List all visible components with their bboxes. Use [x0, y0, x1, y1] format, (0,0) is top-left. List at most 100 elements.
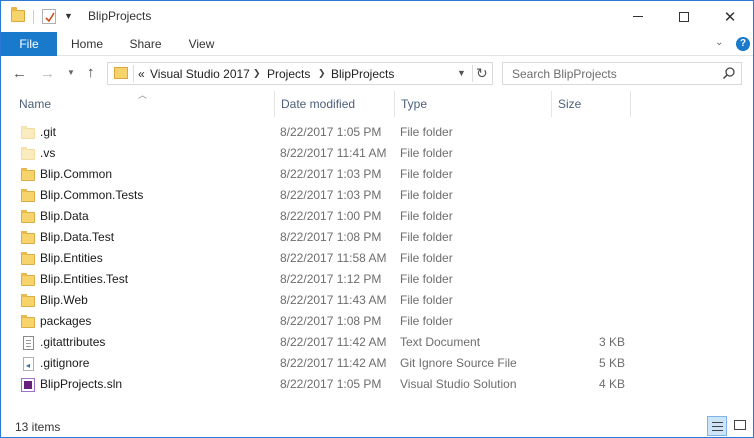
- file-date: 8/22/2017 1:08 PM: [280, 230, 382, 244]
- search-box[interactable]: Search BlipProjects: [502, 62, 742, 85]
- breadcrumb-blipprojects[interactable]: BlipProjects: [331, 67, 394, 81]
- address-bar[interactable]: « Visual Studio 2017 ❯ Projects ❯ BlipPr…: [107, 62, 493, 85]
- item-count: 13 items: [15, 420, 61, 434]
- maximize-button[interactable]: [661, 1, 707, 32]
- file-type: File folder: [400, 314, 453, 328]
- quick-access-separator: [33, 10, 34, 24]
- file-row[interactable]: Blip.Common.Tests 8/22/2017 1:03 PM File…: [1, 185, 753, 206]
- file-type: File folder: [400, 272, 453, 286]
- tab-view[interactable]: View: [174, 32, 229, 56]
- column-header-date-modified[interactable]: Date modified: [274, 91, 394, 117]
- expand-ribbon-chevron-icon[interactable]: ⌄: [715, 37, 723, 48]
- large-icons-view-icon[interactable]: [730, 416, 750, 436]
- tab-file[interactable]: File: [1, 32, 57, 56]
- ribbon-tabs: File Home Share View ⌄ ?: [1, 32, 753, 56]
- refresh-icon[interactable]: ↻: [476, 65, 488, 82]
- file-row[interactable]: ◂ .gitignore 8/22/2017 11:42 AM Git Igno…: [1, 353, 753, 374]
- file-date: 8/22/2017 11:42 AM: [280, 356, 387, 370]
- folder-icon: [20, 230, 36, 246]
- file-name: .gitignore: [40, 356, 90, 370]
- breadcrumb-overflow[interactable]: «: [138, 67, 145, 81]
- breadcrumb-chevron-icon[interactable]: ❯: [318, 68, 326, 79]
- close-button[interactable]: ✕: [707, 1, 753, 32]
- details-view-icon[interactable]: [707, 416, 727, 436]
- explorer-window: ▼ BlipProjects ✕ File Home Share View ⌄ …: [0, 0, 754, 438]
- address-dropdown-icon[interactable]: ▼: [457, 68, 466, 78]
- file-name: Blip.Common.Tests: [40, 188, 144, 202]
- maximize-icon: [679, 11, 689, 22]
- folder-icon: [20, 272, 36, 288]
- tab-home[interactable]: Home: [57, 32, 117, 56]
- file-type: File folder: [400, 251, 453, 265]
- search-icon[interactable]: [722, 66, 736, 83]
- help-icon[interactable]: ?: [736, 37, 750, 51]
- quick-access-dropdown-icon[interactable]: ▼: [64, 11, 73, 21]
- folder-icon: [20, 251, 36, 267]
- column-headers: ︿ Name Date modified Type Size: [1, 90, 753, 117]
- address-separator: [133, 65, 134, 82]
- file-row[interactable]: Blip.Entities 8/22/2017 11:58 AM File fo…: [1, 248, 753, 269]
- file-type: File folder: [400, 209, 453, 223]
- folder-icon: [20, 314, 36, 330]
- file-date: 8/22/2017 11:43 AM: [280, 293, 387, 307]
- file-name: .gitattributes: [40, 335, 106, 349]
- file-list: .git 8/22/2017 1:05 PM File folder .vs 8…: [1, 122, 753, 395]
- file-row[interactable]: Blip.Entities.Test 8/22/2017 1:12 PM Fil…: [1, 269, 753, 290]
- file-date: 8/22/2017 11:42 AM: [280, 335, 387, 349]
- folder-icon: [114, 67, 128, 79]
- file-row[interactable]: Blip.Web 8/22/2017 11:43 AM File folder: [1, 290, 753, 311]
- recent-locations-chevron-icon[interactable]: ▼: [67, 68, 75, 77]
- file-name: Blip.Common: [40, 167, 113, 181]
- file-date: 8/22/2017 1:05 PM: [280, 377, 382, 391]
- file-row[interactable]: .git 8/22/2017 1:05 PM File folder: [1, 122, 753, 143]
- file-name: Blip.Entities.Test: [40, 272, 129, 286]
- file-date: 8/22/2017 1:05 PM: [280, 125, 382, 139]
- search-placeholder: Search BlipProjects: [512, 67, 617, 81]
- file-type: File folder: [400, 293, 453, 307]
- file-date: 8/22/2017 11:58 AM: [280, 251, 387, 265]
- folder-icon: [20, 209, 36, 225]
- back-arrow-icon[interactable]: ←: [12, 65, 27, 82]
- file-row[interactable]: Blip.Data 8/22/2017 1:00 PM File folder: [1, 206, 753, 227]
- column-header-size[interactable]: Size: [551, 91, 631, 117]
- file-type: Visual Studio Solution: [400, 377, 517, 391]
- file-name: .vs: [40, 146, 56, 160]
- hidden-folder-icon: [20, 146, 36, 162]
- file-date: 8/22/2017 1:03 PM: [280, 167, 382, 181]
- file-size: 4 KB: [598, 377, 625, 391]
- file-row[interactable]: Blip.Common 8/22/2017 1:03 PM File folde…: [1, 164, 753, 185]
- breadcrumb-chevron-icon[interactable]: ❯: [253, 68, 261, 79]
- breadcrumb-visual-studio-2017[interactable]: Visual Studio 2017: [150, 67, 250, 81]
- up-arrow-icon[interactable]: ↑: [87, 64, 95, 81]
- tab-share[interactable]: Share: [117, 32, 174, 56]
- column-header-name[interactable]: Name: [13, 91, 273, 117]
- minimize-button[interactable]: [615, 1, 661, 32]
- file-date: 8/22/2017 1:12 PM: [280, 272, 382, 286]
- breadcrumb-projects[interactable]: Projects: [267, 67, 310, 81]
- minimize-icon: [633, 16, 643, 17]
- file-name: Blip.Entities: [40, 251, 103, 265]
- vs-solution-icon: [20, 377, 36, 393]
- file-row[interactable]: BlipProjects.sln 8/22/2017 1:05 PM Visua…: [1, 374, 753, 395]
- column-header-type[interactable]: Type: [394, 91, 551, 117]
- folder-icon: [20, 167, 36, 183]
- folder-icon: [20, 188, 36, 204]
- file-row[interactable]: .vs 8/22/2017 11:41 AM File folder: [1, 143, 753, 164]
- file-date: 8/22/2017 1:08 PM: [280, 314, 382, 328]
- properties-icon[interactable]: [42, 9, 56, 24]
- file-date: 8/22/2017 1:00 PM: [280, 209, 382, 223]
- folder-icon: [11, 7, 25, 22]
- title-bar: ▼ BlipProjects ✕: [1, 1, 753, 32]
- file-row[interactable]: packages 8/22/2017 1:08 PM File folder: [1, 311, 753, 332]
- file-size: 3 KB: [598, 335, 625, 349]
- file-name: packages: [40, 314, 92, 328]
- file-type: File folder: [400, 230, 453, 244]
- file-name: .git: [40, 125, 57, 139]
- forward-arrow-icon[interactable]: →: [40, 65, 55, 82]
- status-bar: 13 items: [1, 415, 753, 437]
- file-type: File folder: [400, 125, 453, 139]
- file-row[interactable]: Blip.Data.Test 8/22/2017 1:08 PM File fo…: [1, 227, 753, 248]
- file-name: Blip.Data: [40, 209, 89, 223]
- file-date: 8/22/2017 1:03 PM: [280, 188, 382, 202]
- file-row[interactable]: .gitattributes 8/22/2017 11:42 AM Text D…: [1, 332, 753, 353]
